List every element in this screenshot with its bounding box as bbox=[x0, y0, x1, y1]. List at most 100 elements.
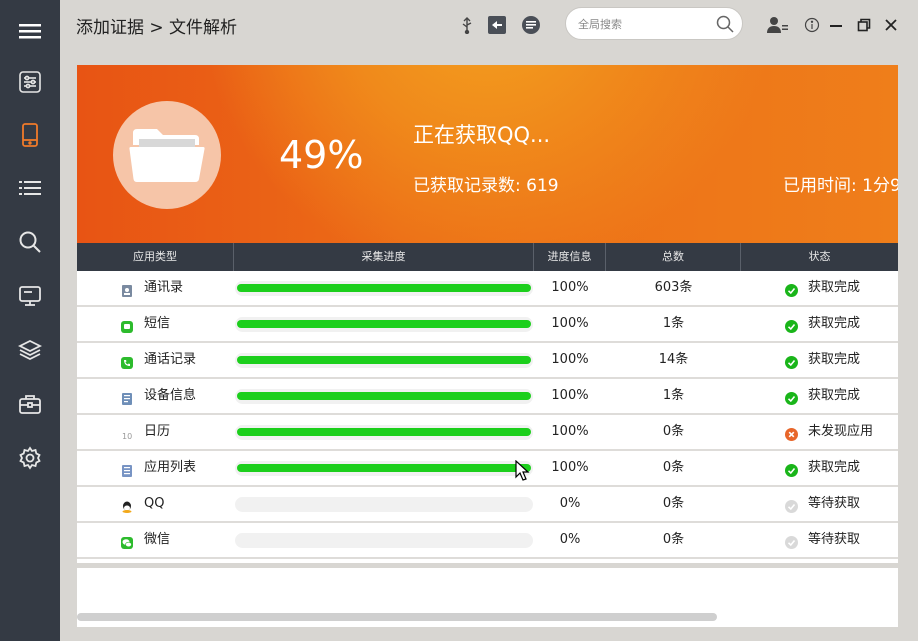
app-name: 微信 bbox=[144, 532, 171, 547]
horizontal-scrollbar[interactable] bbox=[77, 613, 717, 621]
minimize-icon[interactable] bbox=[825, 14, 847, 36]
status-text: 获取完成 bbox=[808, 316, 861, 331]
progress-bar bbox=[235, 353, 533, 368]
wechat-icon bbox=[121, 534, 133, 549]
progress-bar bbox=[235, 389, 533, 404]
phone-icon bbox=[121, 354, 133, 369]
check-icon bbox=[785, 318, 798, 333]
table-row[interactable]: 通话记录 100% 14条 获取完成 bbox=[77, 343, 898, 379]
app-name: 短信 bbox=[144, 316, 171, 331]
progress-bar-fill bbox=[237, 392, 531, 400]
progress-text: 0% bbox=[559, 532, 581, 547]
check-icon bbox=[785, 354, 798, 369]
sms-icon bbox=[121, 318, 133, 333]
import-icon[interactable] bbox=[486, 14, 508, 36]
total-count: 1条 bbox=[662, 316, 685, 331]
list-icon[interactable] bbox=[13, 171, 47, 205]
mouse-cursor-icon bbox=[515, 460, 530, 481]
column-header-status[interactable]: 状态 bbox=[741, 243, 898, 271]
status-text: 获取完成 bbox=[808, 280, 861, 295]
app-name: 应用列表 bbox=[144, 460, 197, 475]
app-name: 通话记录 bbox=[144, 352, 197, 367]
progress-bar bbox=[235, 461, 533, 476]
column-header-app-type[interactable]: 应用类型 bbox=[77, 243, 234, 271]
usb-icon[interactable] bbox=[456, 14, 478, 36]
table-row[interactable]: 通讯录 100% 603条 获取完成 bbox=[77, 271, 898, 307]
status-title: 正在获取QQ... bbox=[413, 123, 551, 147]
table-header: 应用类型 采集进度 进度信息 总数 状态 bbox=[77, 243, 898, 271]
close-icon[interactable] bbox=[880, 14, 902, 36]
svg-text:10: 10 bbox=[122, 432, 132, 441]
table-row[interactable]: 应用列表 100% 0条 获取完成 bbox=[77, 451, 898, 487]
total-count: 0条 bbox=[662, 532, 685, 547]
status-text: 等待获取 bbox=[808, 532, 861, 547]
table-row[interactable]: 短信 100% 1条 获取完成 bbox=[77, 307, 898, 343]
check-icon bbox=[785, 534, 798, 549]
check-icon bbox=[785, 498, 798, 513]
progress-percent: 49% bbox=[279, 133, 364, 177]
search-icon[interactable] bbox=[716, 15, 734, 37]
column-header-progress[interactable]: 采集进度 bbox=[234, 243, 534, 271]
status-text: 获取完成 bbox=[808, 388, 861, 403]
briefcase-icon[interactable] bbox=[13, 387, 47, 421]
table-row[interactable]: 微信 0% 0条 等待获取 bbox=[77, 523, 898, 559]
restore-icon[interactable] bbox=[853, 14, 875, 36]
progress-text: 0% bbox=[559, 496, 581, 511]
progress-bar-fill bbox=[237, 320, 531, 328]
table-row[interactable]: QQ 0% 0条 等待获取 bbox=[77, 487, 898, 523]
layers-icon[interactable] bbox=[13, 333, 47, 367]
progress-text: 100% bbox=[551, 388, 589, 403]
progress-text: 100% bbox=[551, 424, 589, 439]
total-count: 1条 bbox=[662, 388, 685, 403]
progress-bar-fill bbox=[237, 428, 531, 436]
progress-bar bbox=[235, 425, 533, 440]
folder-icon bbox=[113, 101, 221, 209]
global-search[interactable] bbox=[565, 7, 743, 40]
column-header-progress-info[interactable]: 进度信息 bbox=[534, 243, 606, 271]
info-icon[interactable] bbox=[801, 14, 823, 36]
message-icon[interactable] bbox=[520, 14, 542, 36]
calendar-icon: 10 bbox=[121, 426, 133, 441]
total-count: 0条 bbox=[662, 424, 685, 439]
total-count: 0条 bbox=[662, 496, 685, 511]
app-name: 日历 bbox=[144, 424, 171, 439]
sliders-icon[interactable] bbox=[13, 65, 47, 99]
monitor-icon[interactable] bbox=[13, 279, 47, 313]
total-count: 0条 bbox=[662, 460, 685, 475]
title-bar: 添加证据 > 文件解析 bbox=[60, 0, 918, 50]
progress-bar-fill bbox=[237, 464, 531, 472]
app-name: QQ bbox=[144, 496, 165, 511]
app-list-icon bbox=[121, 462, 133, 477]
breadcrumb: 添加证据 > 文件解析 bbox=[76, 18, 238, 38]
gear-icon[interactable] bbox=[13, 441, 47, 475]
progress-bar-fill bbox=[237, 356, 531, 364]
sidebar bbox=[0, 0, 60, 641]
status-text: 获取完成 bbox=[808, 460, 861, 475]
user-icon[interactable] bbox=[767, 14, 789, 36]
status-text: 获取完成 bbox=[808, 352, 861, 367]
total-count: 603条 bbox=[654, 280, 693, 295]
table-row[interactable]: 设备信息 100% 1条 获取完成 bbox=[77, 379, 898, 415]
progress-bar bbox=[235, 497, 533, 512]
progress-text: 100% bbox=[551, 460, 589, 475]
check-icon bbox=[785, 390, 798, 405]
contacts-icon bbox=[121, 282, 133, 297]
error-icon bbox=[785, 426, 798, 441]
app-name: 通讯录 bbox=[144, 280, 184, 295]
progress-banner: 49% 正在获取QQ... 已获取记录数: 619 已用时间: 1分9 bbox=[77, 65, 898, 243]
app-window: 添加证据 > 文件解析 全局搜索 49% 正在获取QQ... 已获取记录数: 6… bbox=[0, 0, 918, 641]
progress-bar bbox=[235, 533, 533, 548]
search-icon[interactable] bbox=[13, 225, 47, 259]
table-row[interactable]: 10 日历 100% 0条 未发现应用 bbox=[77, 415, 898, 451]
status-text: 未发现应用 bbox=[808, 424, 874, 439]
check-icon bbox=[785, 282, 798, 297]
column-header-total[interactable]: 总数 bbox=[606, 243, 741, 271]
menu-icon[interactable] bbox=[13, 14, 47, 48]
progress-bar bbox=[235, 317, 533, 332]
progress-bar-fill bbox=[237, 284, 531, 292]
progress-text: 100% bbox=[551, 316, 589, 331]
status-text: 等待获取 bbox=[808, 496, 861, 511]
progress-text: 100% bbox=[551, 352, 589, 367]
search-input[interactable] bbox=[578, 14, 708, 34]
phone-device-icon[interactable] bbox=[13, 118, 47, 152]
